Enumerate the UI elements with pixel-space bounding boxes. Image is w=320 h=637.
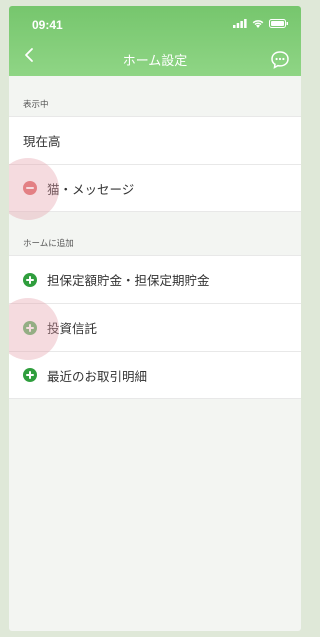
phone-screen: 09:41 ホーム設定 表示中 現在高 猫・メッセージ ホームに追加 担保定額貯… [9,6,301,631]
plus-circle-icon[interactable] [23,272,37,287]
app-header: 09:41 ホーム設定 [9,6,301,76]
battery-icon [269,19,288,28]
status-icons [233,19,289,28]
list-item-label: 投資信託 [47,321,98,336]
list-item-recent-transactions[interactable]: 最近のお取引明細 [9,351,301,399]
section-label-add: ホームに追加 [23,239,74,249]
list-item-label: 現在高 [23,134,61,149]
list-item-balance[interactable]: 現在高 [9,116,301,164]
plus-circle-icon[interactable] [23,320,37,335]
shown-list: 現在高 猫・メッセージ [9,116,301,212]
list-item-secured-savings[interactable]: 担保定額貯金・担保定期貯金 [9,255,301,303]
list-item-cat-message[interactable]: 猫・メッセージ [9,164,301,212]
add-list: 担保定額貯金・担保定期貯金 投資信託 最近のお取引明細 [9,255,301,399]
page-title: ホーム設定 [122,54,188,69]
status-time: 09:41 [32,18,63,32]
list-item-investment-trust[interactable]: 投資信託 [9,303,301,351]
signal-icon [233,19,247,28]
wifi-icon [252,20,264,28]
plus-circle-icon[interactable] [23,368,37,382]
minus-circle-icon[interactable] [23,181,37,195]
list-item-label: 最近のお取引明細 [47,368,148,384]
list-item-label: 猫・メッセージ [47,181,135,197]
list-item-label: 担保定額貯金・担保定期貯金 [47,273,210,288]
section-label-shown: 表示中 [23,100,49,110]
chat-bubble-icon[interactable] [270,50,290,70]
